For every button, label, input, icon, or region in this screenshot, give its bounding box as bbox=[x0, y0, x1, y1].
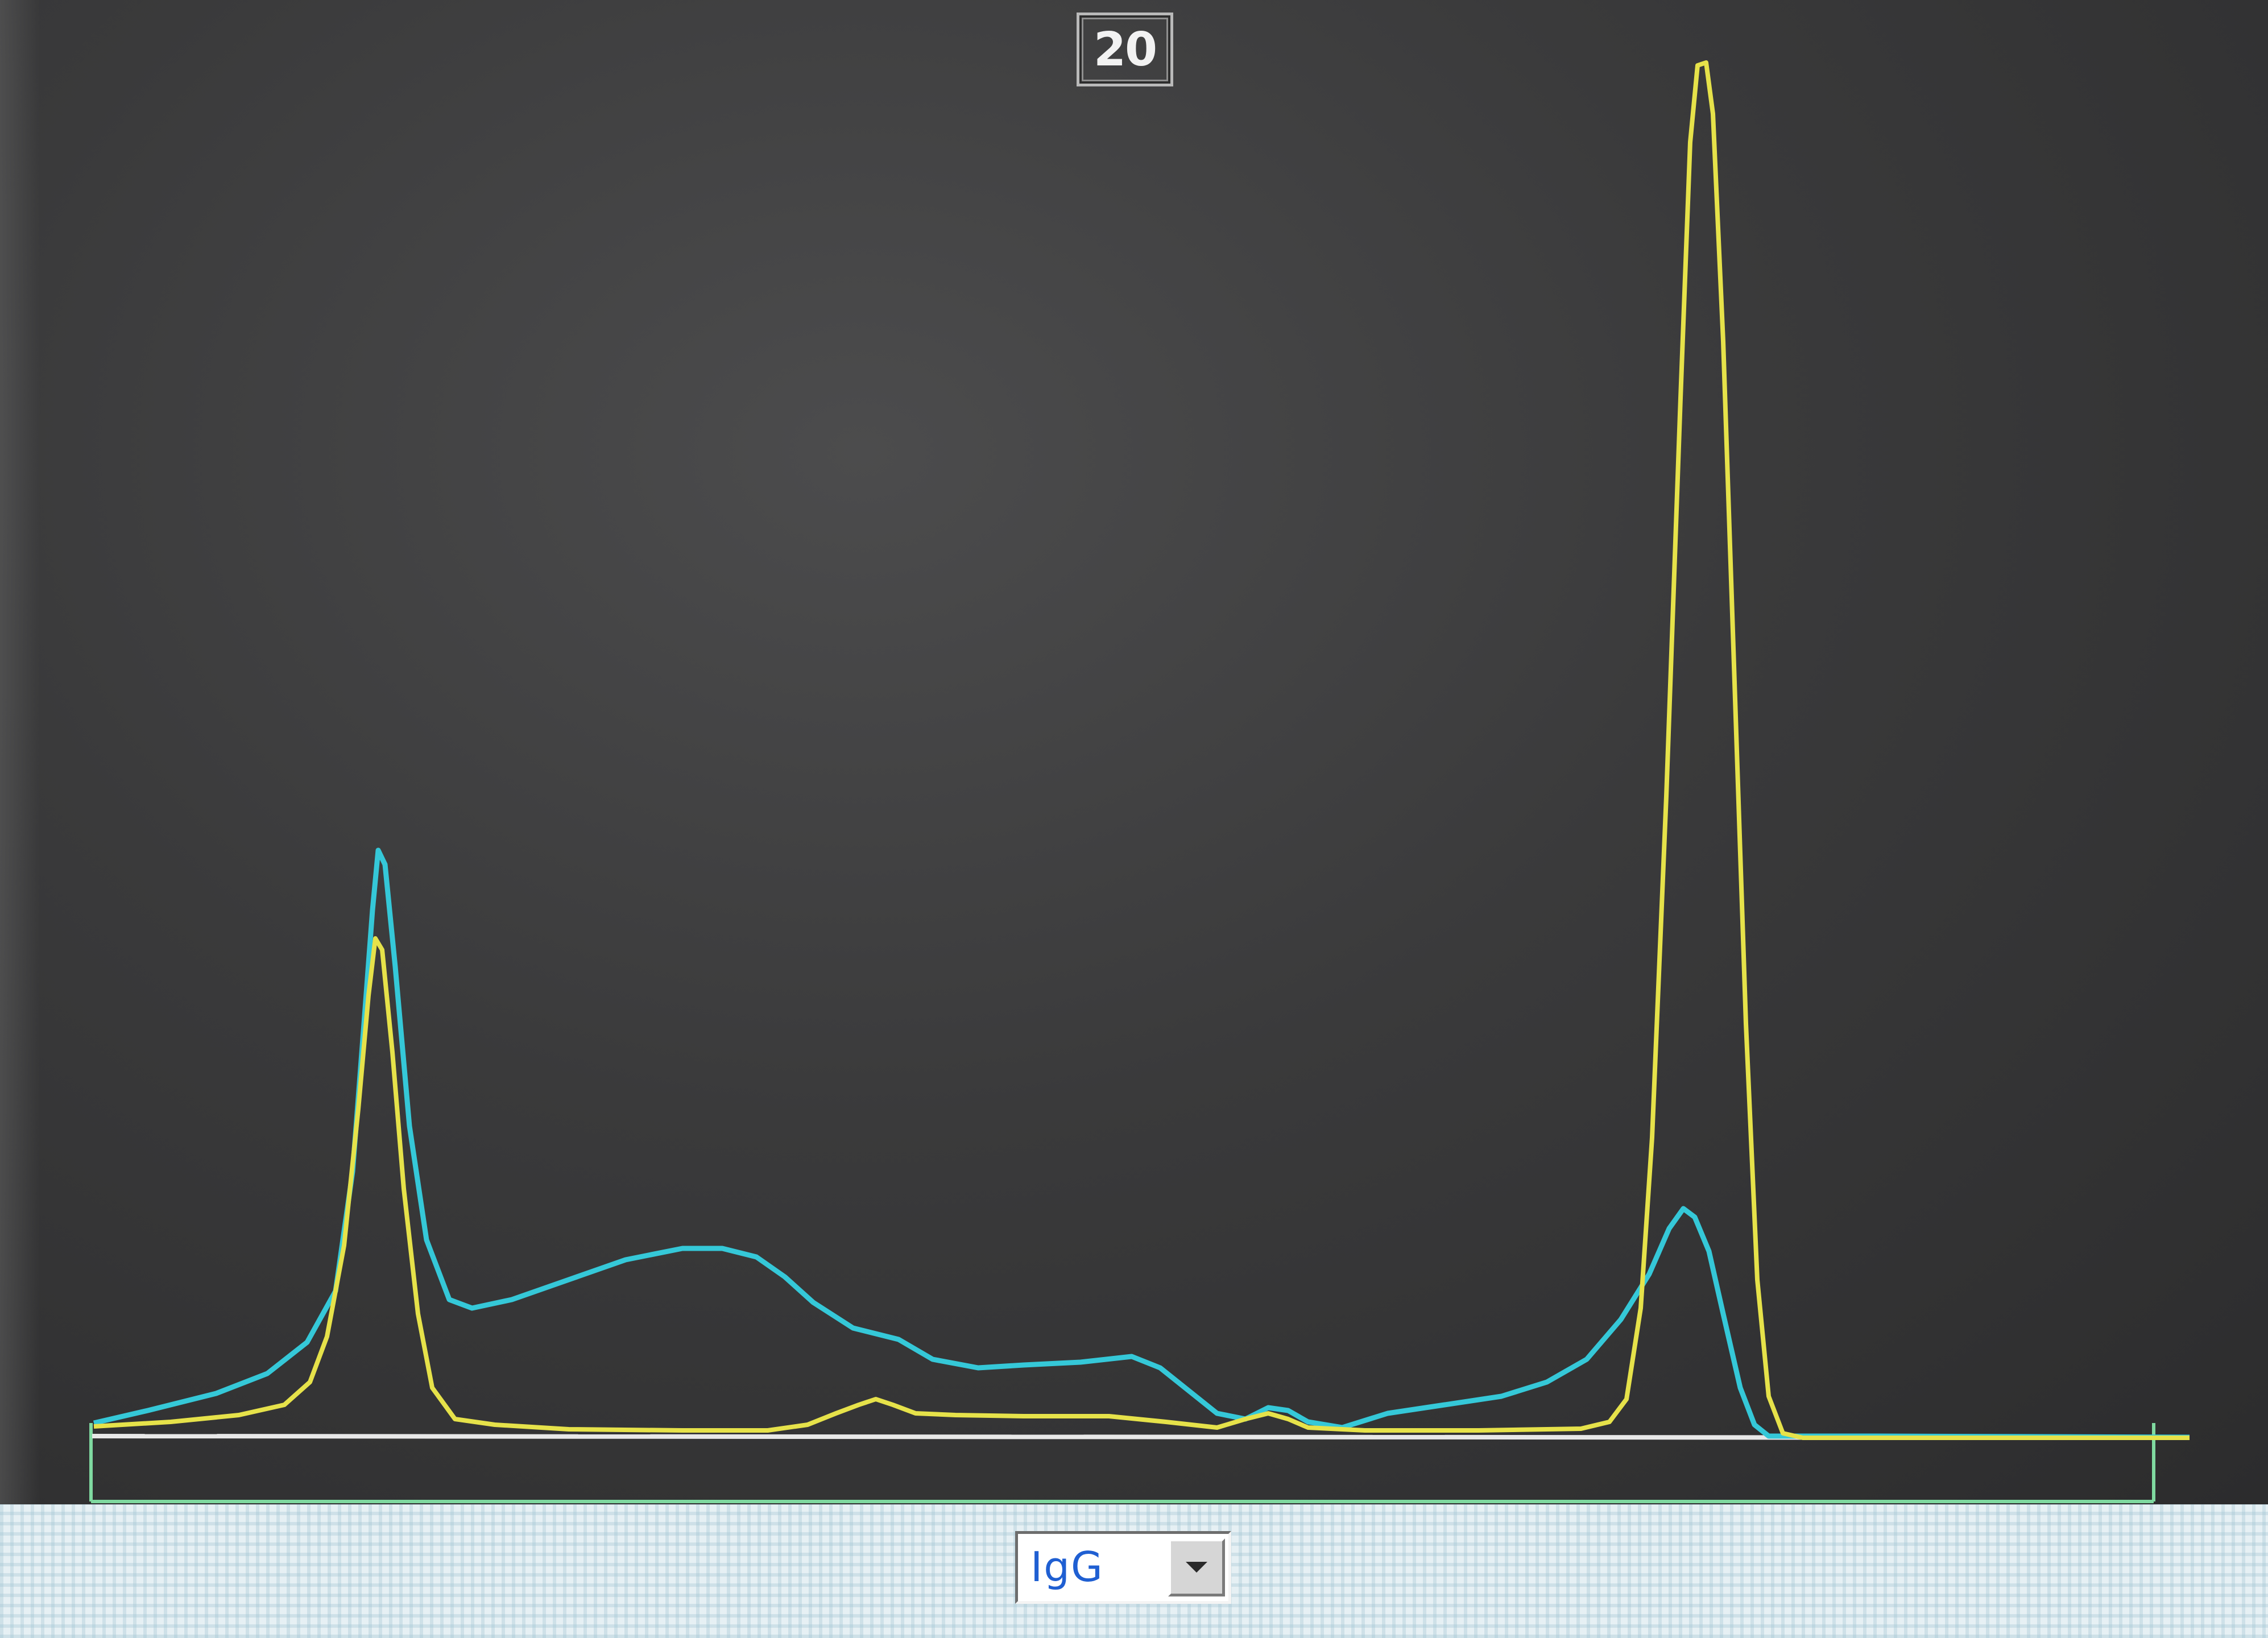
fraction-trace bbox=[93, 60, 2190, 1440]
dropdown-button[interactable] bbox=[1168, 1538, 1225, 1596]
densitometry-plot: 20 bbox=[0, 0, 2268, 1504]
fraction-select-value: IgG bbox=[1030, 1543, 1104, 1591]
fraction-select[interactable]: IgG bbox=[1015, 1531, 1231, 1604]
trace-canvas bbox=[89, 60, 2190, 1503]
reference-trace bbox=[93, 847, 2190, 1440]
sample-number: 20 bbox=[1077, 13, 1173, 86]
chevron-down-icon bbox=[1186, 1562, 1207, 1573]
electrophoresis-screen: 20 IgG bbox=[0, 0, 2268, 1638]
